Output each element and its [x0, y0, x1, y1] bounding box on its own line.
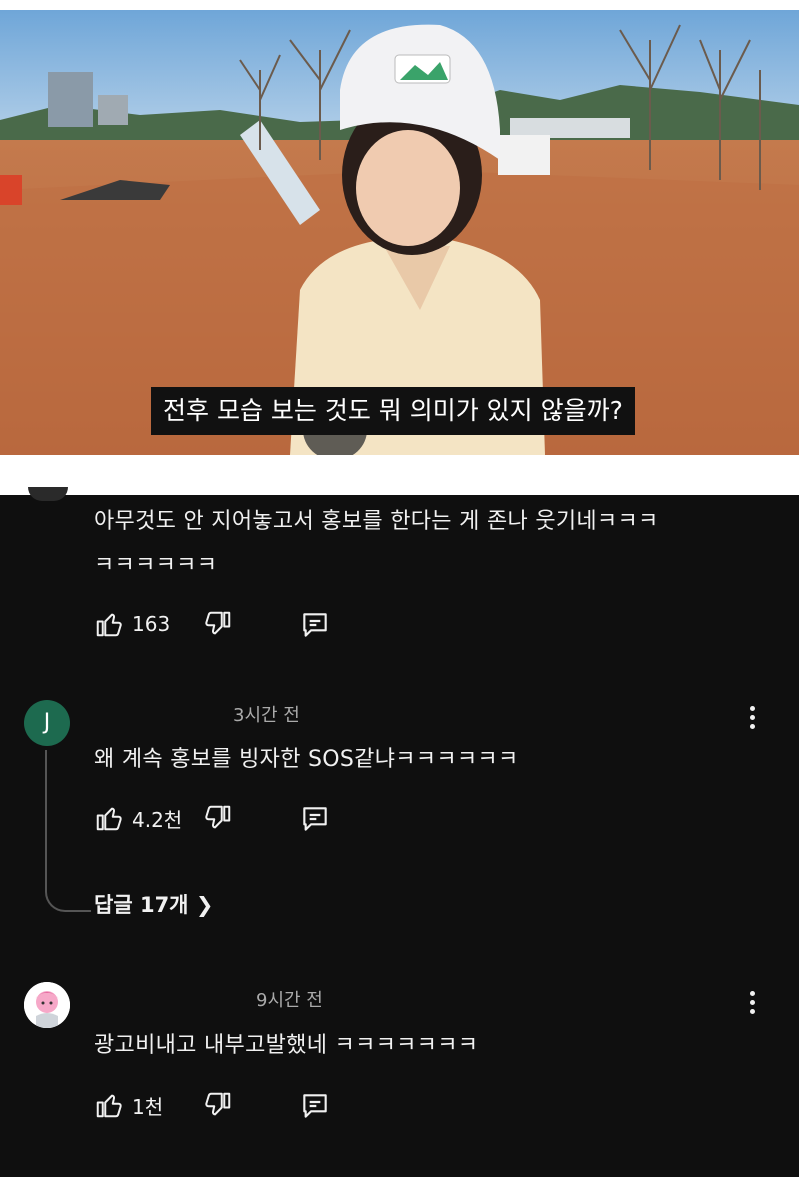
- top-margin: [0, 0, 799, 10]
- like-button[interactable]: 163: [94, 609, 170, 639]
- thumbs-down-icon: [205, 1092, 231, 1116]
- avatar-image: [24, 982, 70, 1028]
- like-count: 4.2천: [132, 807, 183, 832]
- comment-icon: [303, 1094, 327, 1118]
- comment-text: 광고비내고 내부고발했네 ㅋㅋㅋㅋㅋㅋㅋ: [94, 1033, 479, 1058]
- comment-icon: [303, 807, 327, 831]
- comment-icon: [303, 613, 327, 637]
- more-vert-icon[interactable]: [742, 706, 762, 734]
- comment-text-line: 아무것도 안 지어놓고서 홍보를 한다는 게 존나 웃기네ㅋㅋㅋ: [94, 509, 659, 534]
- thumbs-up-icon: [96, 1094, 122, 1118]
- comment-timestamp: 3시간 전: [233, 705, 300, 726]
- thread-line: [45, 750, 91, 912]
- reply-button[interactable]: [299, 1090, 331, 1122]
- thumbs-down-icon: [205, 611, 231, 635]
- thumbs-up-icon: [96, 613, 122, 637]
- avatar[interactable]: [28, 487, 68, 501]
- avatar[interactable]: [24, 982, 70, 1028]
- thumbs-up-icon: [96, 807, 122, 831]
- like-count: 1천: [132, 1094, 164, 1119]
- avatar[interactable]: J: [24, 700, 70, 746]
- reply-button[interactable]: [299, 609, 331, 641]
- dislike-button[interactable]: [203, 1090, 233, 1120]
- like-button[interactable]: 4.2천: [94, 803, 182, 833]
- video-player[interactable]: 전후 모습 보는 것도 뭐 의미가 있지 않을까?: [0, 10, 799, 455]
- comments-section: 아무것도 안 지어놓고서 홍보를 한다는 게 존나 웃기네ㅋㅋㅋ ㅋㅋㅋㅋㅋㅋ …: [0, 487, 799, 1177]
- comment-text: 왜 계속 홍보를 빙자한 SOS같냐ㅋㅋㅋㅋㅋㅋ: [94, 747, 519, 772]
- view-replies-button[interactable]: 답글 17개 ❯: [94, 889, 213, 919]
- dislike-button[interactable]: [203, 803, 233, 833]
- replies-label: 답글 17개: [94, 893, 189, 917]
- thumbs-down-icon: [205, 805, 231, 829]
- like-count: 163: [132, 612, 171, 636]
- dislike-button[interactable]: [203, 609, 233, 639]
- comment-text-line: ㅋㅋㅋㅋㅋㅋ: [94, 553, 218, 578]
- video-subtitle: 전후 모습 보는 것도 뭐 의미가 있지 않을까?: [151, 387, 635, 435]
- reply-button[interactable]: [299, 803, 331, 835]
- section-gap: [0, 455, 799, 495]
- more-vert-icon[interactable]: [742, 991, 762, 1019]
- comment-timestamp: 9시간 전: [256, 990, 323, 1011]
- like-button[interactable]: 1천: [94, 1090, 163, 1120]
- chevron-right-icon: ❯: [195, 893, 214, 917]
- bottom-margin: [0, 1177, 799, 1200]
